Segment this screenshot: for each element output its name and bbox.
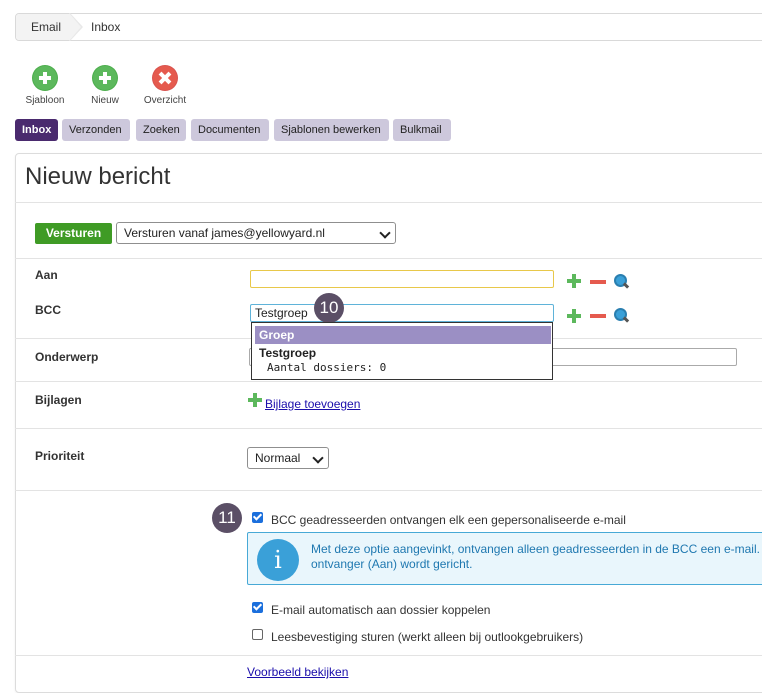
aan-label: Aan bbox=[35, 268, 58, 282]
info-text: Met deze optie aangevinkt, ontvangen all… bbox=[311, 542, 760, 571]
bijlagen-label: Bijlagen bbox=[35, 393, 82, 407]
add-bcc-icon[interactable] bbox=[567, 309, 581, 323]
preview-link[interactable]: Voorbeeld bekijken bbox=[247, 665, 348, 679]
onderwerp-label: Onderwerp bbox=[35, 350, 99, 364]
info-icon: i bbox=[257, 539, 299, 581]
add-attachment-icon[interactable] bbox=[248, 393, 262, 407]
search-icon[interactable] bbox=[614, 308, 630, 323]
close-circle-icon bbox=[153, 66, 177, 90]
step-badge-11: 11 bbox=[212, 503, 242, 533]
tab-zoeken[interactable]: Zoeken bbox=[136, 119, 186, 141]
bcc-personalized-label: BCC geadresseerden ontvangen elk een gep… bbox=[271, 513, 626, 527]
divider bbox=[15, 258, 762, 259]
sjabloon-label: Sjabloon bbox=[25, 95, 65, 106]
divider bbox=[15, 202, 762, 203]
auto-link-label: E-mail automatisch aan dossier koppelen bbox=[271, 603, 491, 617]
bcc-input[interactable]: Testgroep bbox=[250, 304, 554, 322]
divider bbox=[15, 428, 762, 429]
overzicht-label: Overzicht bbox=[143, 95, 187, 106]
priority-select[interactable]: Normaal bbox=[247, 447, 329, 469]
read-receipt-checkbox[interactable] bbox=[252, 629, 263, 640]
tab-verzonden[interactable]: Verzonden bbox=[62, 119, 130, 141]
breadcrumb-separator-inner bbox=[69, 13, 81, 41]
prioriteit-label: Prioriteit bbox=[35, 449, 85, 463]
breadcrumb-email[interactable]: Email bbox=[31, 14, 61, 40]
tab-documenten[interactable]: Documenten bbox=[191, 119, 269, 141]
chevron-down-icon bbox=[379, 227, 391, 239]
nieuw-label: Nieuw bbox=[91, 95, 119, 106]
breadcrumb-inbox[interactable]: Inbox bbox=[91, 14, 120, 40]
bcc-label: BCC bbox=[35, 303, 61, 317]
send-from-value: Versturen vanaf james@yellowyard.nl bbox=[124, 226, 325, 240]
tab-inbox[interactable]: Inbox bbox=[15, 119, 58, 141]
priority-value: Normaal bbox=[255, 451, 301, 465]
tab-bulkmail[interactable]: Bulkmail bbox=[393, 119, 451, 141]
bcc-autocomplete: Groep Testgroep Aantal dossiers: 0 bbox=[251, 322, 553, 380]
add-attachment-link[interactable]: Bijlage toevoegen bbox=[265, 397, 360, 411]
autocomplete-item-title[interactable]: Testgroep bbox=[259, 346, 316, 360]
step-badge-10: 10 bbox=[314, 293, 344, 323]
send-button[interactable]: Versturen bbox=[35, 223, 112, 244]
send-from-select[interactable]: Versturen vanaf james@yellowyard.nl bbox=[116, 222, 396, 244]
sjabloon-button[interactable]: Sjabloon bbox=[15, 66, 75, 106]
divider bbox=[15, 655, 762, 656]
bcc-personalized-checkbox[interactable] bbox=[252, 512, 263, 523]
chevron-down-icon bbox=[312, 452, 324, 464]
divider bbox=[15, 490, 762, 491]
breadcrumb: Email Inbox bbox=[15, 13, 762, 41]
page-title: Nieuw bericht bbox=[25, 163, 171, 190]
auto-link-checkbox[interactable] bbox=[252, 602, 263, 613]
aan-input[interactable] bbox=[250, 270, 554, 288]
autocomplete-group-header: Groep bbox=[255, 326, 551, 344]
tab-sjablonen-bewerken[interactable]: Sjablonen bewerken bbox=[274, 119, 389, 141]
nieuw-button[interactable]: Nieuw bbox=[75, 66, 135, 106]
remove-bcc-icon[interactable] bbox=[590, 314, 606, 318]
info-box: i Met deze optie aangevinkt, ontvangen a… bbox=[247, 532, 762, 585]
search-icon[interactable] bbox=[614, 274, 630, 289]
autocomplete-item-sub[interactable]: Aantal dossiers: 0 bbox=[267, 361, 386, 374]
plus-circle-icon bbox=[93, 66, 117, 90]
overzicht-button[interactable]: Overzicht bbox=[135, 66, 195, 106]
add-recipient-icon[interactable] bbox=[567, 274, 581, 288]
divider bbox=[15, 381, 762, 382]
read-receipt-label: Leesbevestiging sturen (werkt alleen bij… bbox=[271, 630, 584, 644]
plus-circle-icon bbox=[33, 66, 57, 90]
remove-recipient-icon[interactable] bbox=[590, 280, 606, 284]
